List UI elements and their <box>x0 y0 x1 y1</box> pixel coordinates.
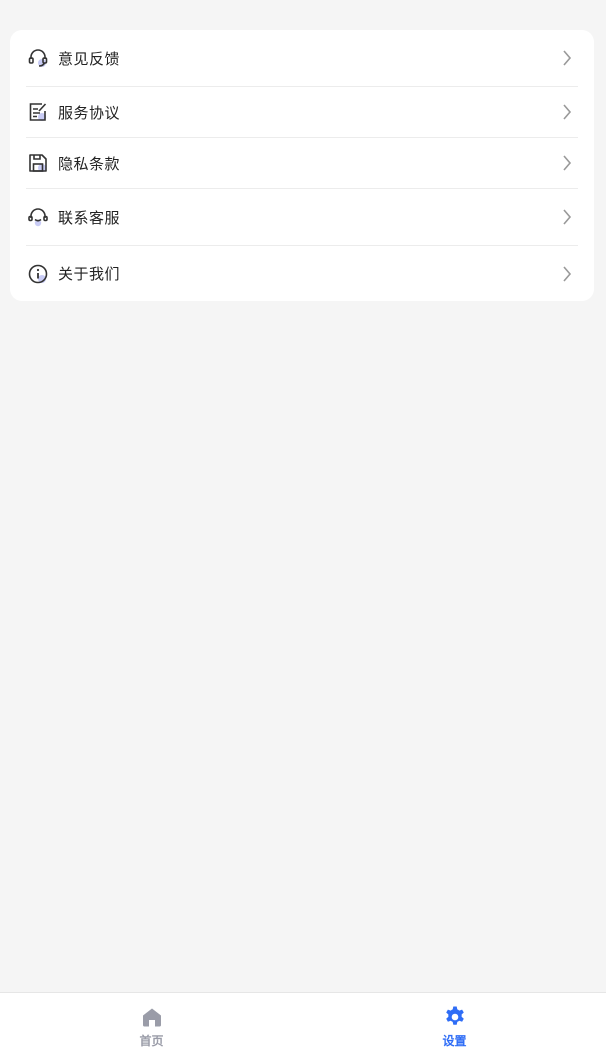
gear-icon <box>443 1005 467 1029</box>
menu-item-privacy-terms[interactable]: 隐私条款 <box>26 138 578 189</box>
menu-item-about-us[interactable]: 关于我们 <box>26 246 578 301</box>
menu-item-service-agreement[interactable]: 服务协议 <box>26 87 578 138</box>
headset-icon <box>26 46 50 70</box>
info-icon <box>26 262 50 286</box>
home-icon <box>140 1005 164 1029</box>
menu-item-label: 关于我们 <box>58 265 121 283</box>
chevron-right-icon <box>560 49 574 67</box>
chevron-right-icon <box>560 103 574 121</box>
tab-settings-label: 设置 <box>442 1034 467 1048</box>
menu-item-label: 联系客服 <box>58 208 121 227</box>
menu-item-label: 意见反馈 <box>58 49 121 68</box>
document-edit-icon <box>26 100 50 124</box>
chevron-right-icon <box>560 208 574 226</box>
chevron-right-icon <box>560 154 574 172</box>
tab-settings[interactable]: 设置 <box>303 993 606 1049</box>
customer-service-icon <box>26 205 50 229</box>
chevron-right-icon <box>560 265 574 283</box>
tab-home-label: 首页 <box>139 1034 164 1048</box>
menu-item-feedback[interactable]: 意见反馈 <box>26 30 578 87</box>
bottom-tab-bar: 首页 设置 <box>0 992 606 1049</box>
tab-home[interactable]: 首页 <box>0 993 303 1049</box>
menu-item-label: 隐私条款 <box>58 154 121 173</box>
menu-item-label: 服务协议 <box>58 103 121 122</box>
settings-screen: 意见反馈 服务协议 隐私条款 联系客服 关于我们 首页 设置 <box>0 0 606 1049</box>
save-disk-icon <box>26 151 50 175</box>
settings-menu-card: 意见反馈 服务协议 隐私条款 联系客服 关于我们 <box>10 30 594 301</box>
menu-item-contact-service[interactable]: 联系客服 <box>26 189 578 246</box>
